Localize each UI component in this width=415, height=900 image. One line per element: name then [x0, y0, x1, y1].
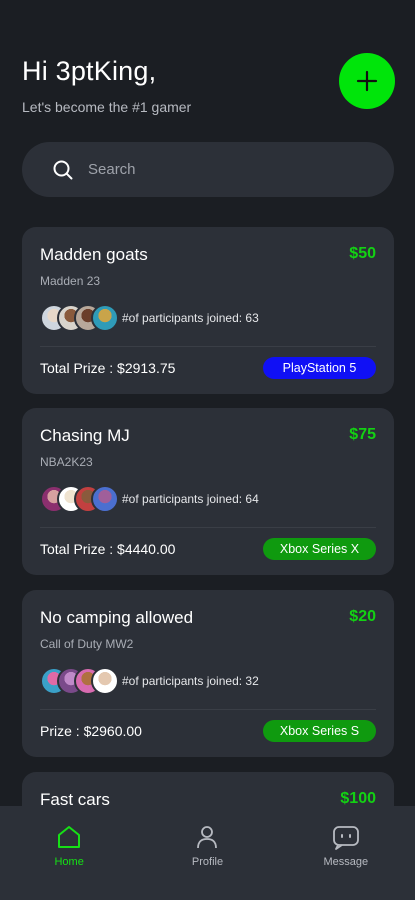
header: Hi 3ptKing, Let's become the #1 gamer — [22, 56, 322, 115]
tab-home[interactable]: Home — [24, 824, 114, 868]
participant-avatars — [40, 304, 119, 332]
participants-count: #of participants joined: 32 — [122, 674, 259, 688]
search-icon — [52, 159, 74, 181]
tournament-card[interactable]: No camping allowed $20 Call of Duty MW2 … — [22, 590, 394, 757]
bottom-tab-bar: Home Profile Message — [0, 806, 415, 900]
avatar — [91, 485, 119, 513]
greeting-subtitle: Let's become the #1 gamer — [22, 99, 192, 115]
add-tournament-button[interactable] — [339, 53, 395, 109]
game-name: Call of Duty MW2 — [40, 637, 134, 651]
tab-message-label: Message — [323, 856, 369, 868]
platform-badge: Xbox Series X — [263, 538, 376, 560]
participants-count: #of participants joined: 64 — [122, 492, 259, 506]
search-input[interactable] — [88, 161, 348, 178]
tab-profile[interactable]: Profile — [162, 824, 252, 868]
participant-avatars — [40, 485, 119, 513]
entry-fee: $50 — [349, 245, 376, 262]
tournament-title: No camping allowed — [40, 608, 194, 627]
divider — [40, 709, 376, 710]
tab-profile-label: Profile — [191, 856, 224, 868]
participant-avatars — [40, 667, 119, 695]
greeting-title: Hi 3ptKing, — [22, 56, 157, 86]
platform-badge: Xbox Series S — [263, 720, 376, 742]
avatar — [91, 667, 119, 695]
participants-count: #of participants joined: 63 — [122, 311, 259, 325]
platform-badge: PlayStation 5 — [263, 357, 376, 379]
profile-icon — [197, 826, 218, 849]
total-prize: Total Prize : $4440.00 — [40, 541, 176, 557]
entry-fee: $20 — [349, 608, 376, 625]
home-icon — [58, 826, 81, 848]
message-icon — [332, 826, 359, 850]
tournament-card[interactable]: Madden goats $50 Madden 23 #of participa… — [22, 227, 394, 394]
tab-message[interactable]: Message — [301, 824, 391, 868]
tournament-title: Chasing MJ — [40, 426, 130, 445]
avatar — [91, 304, 119, 332]
divider — [40, 346, 376, 347]
total-prize: Total Prize : $2913.75 — [40, 360, 176, 376]
plus-icon — [356, 70, 378, 92]
search-bar[interactable] — [22, 142, 394, 197]
tournament-title: Madden goats — [40, 245, 148, 264]
game-name: NBA2K23 — [40, 455, 93, 469]
entry-fee: $75 — [349, 426, 376, 443]
divider — [40, 527, 376, 528]
tab-home-label: Home — [54, 856, 84, 868]
total-prize: Prize : $2960.00 — [40, 723, 142, 739]
game-name: Madden 23 — [40, 274, 101, 288]
tournament-card[interactable]: Chasing MJ $75 NBA2K23 #of participants … — [22, 408, 394, 575]
